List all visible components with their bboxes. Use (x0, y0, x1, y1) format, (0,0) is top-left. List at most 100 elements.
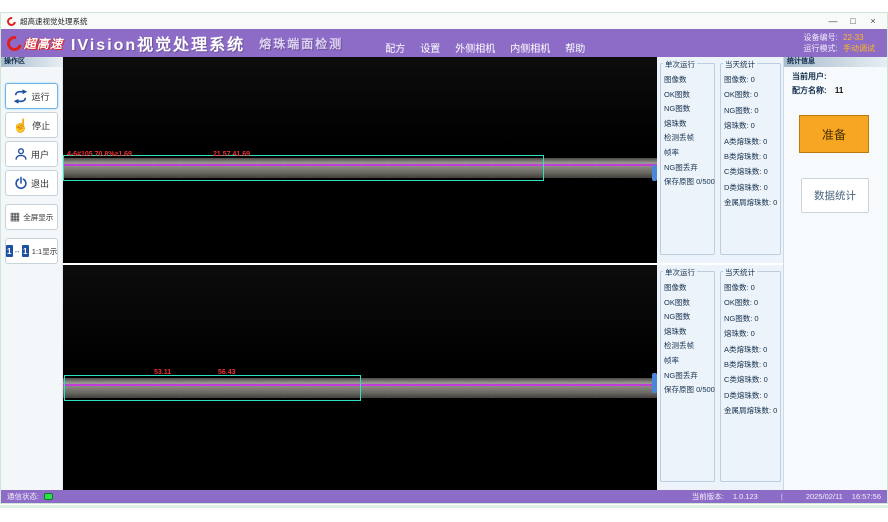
stat-item: OK图数: 0 (724, 89, 780, 104)
stat-item: 帧率 (664, 147, 714, 162)
data-statistics-button[interactable]: 数据统计 (801, 178, 869, 213)
stat-item: OK图数 (664, 89, 714, 104)
device-number-value: 22-33 (843, 33, 863, 42)
menu-item[interactable]: 内侧相机 (510, 40, 550, 55)
menu-item[interactable]: 设置 (420, 40, 440, 55)
run-button[interactable]: 运行 (5, 83, 58, 109)
prepare-button[interactable]: 准备 (799, 115, 869, 153)
version-label: 当前版本: (692, 491, 724, 502)
app-window: 超高速视觉处理系统 — □ × 超高速 IVision视觉处理系统 熔珠端面检测… (0, 12, 888, 504)
single-run-groupbox: 单次运行 图像数OK图数NG图数熔珠数检测丢帧帧率NG图丢弃保存原图 0/500 (660, 63, 715, 255)
exit-button[interactable]: 退出 (5, 170, 58, 196)
app-header: 超高速 IVision视觉处理系统 熔珠端面检测 配方设置外侧相机内侧相机帮助 … (1, 29, 887, 57)
menu-item[interactable]: 帮助 (565, 40, 585, 55)
version-value: 1.0.123 (733, 492, 758, 501)
sidebar-title: 操作区 (1, 57, 62, 67)
app-title: IVision视觉处理系统 (71, 31, 245, 55)
window-title: 超高速视觉处理系统 (20, 16, 88, 27)
comm-status-label: 通信状态: (7, 491, 39, 502)
minimize-button[interactable]: — (823, 14, 843, 28)
measurement-annotation: 53.11 (154, 369, 171, 376)
teal-roi-rectangle (63, 155, 544, 181)
stat-item: NG图数 (664, 103, 714, 118)
fullscreen-button-label: 全屏显示 (23, 212, 53, 223)
stat-item: 检测丢帧 (664, 340, 714, 355)
statistics-info-title: 统计信息 (784, 57, 887, 67)
single-run-title: 单次运行 (663, 59, 697, 70)
statistics-info-panel: 统计信息 当前用户: 配方名称: 11 准备 数据统计 (783, 57, 887, 490)
stat-item: 图像数: 0 (724, 282, 780, 297)
recipe-name-row: 配方名称: 11 (792, 85, 843, 96)
stat-item: 熔珠数: 0 (724, 328, 780, 343)
menu-item[interactable]: 外侧相机 (455, 40, 495, 55)
single-run-title: 单次运行 (663, 267, 697, 278)
measurement-annotation: 56.43 (218, 369, 236, 376)
stats-section-outer: 单次运行 图像数OK图数NG图数熔珠数检测丢帧帧率NG图丢弃保存原图 0/500… (657, 57, 783, 263)
window-bottom-edge (0, 505, 888, 508)
run-button-label: 运行 (31, 90, 49, 103)
stats-section-inner: 单次运行 图像数OK图数NG图数熔珠数检测丢帧帧率NG图丢弃保存原图 0/500… (657, 265, 783, 490)
exit-button-label: 退出 (31, 177, 49, 190)
status-separator: | (781, 492, 783, 501)
measurement-annotation: 4-6#105 70.8%≥1.69 (67, 151, 132, 158)
power-icon (14, 176, 28, 190)
stat-item: 检测丢帧 (664, 132, 714, 147)
one-to-one-button[interactable]: 1↔1 1:1显示 (5, 238, 58, 264)
stat-item: 图像数: 0 (724, 74, 780, 89)
stat-item: B类熔珠数: 0 (724, 151, 780, 166)
camera-viewports: 4-6#105 70.8%≥1.69 21.57 41.69 53.11 56.… (63, 57, 657, 490)
user-button[interactable]: 用户 (5, 141, 58, 167)
main-area: 操作区 运行 ☝ (1, 57, 887, 490)
stat-item: NG图丢弃 (664, 162, 714, 177)
daily-stats-title: 当天统计 (723, 267, 757, 278)
device-number-label: 设备编号: (804, 33, 838, 42)
fullscreen-button[interactable]: ▦ 全屏显示 (5, 204, 58, 230)
recipe-name-value: 11 (835, 86, 843, 95)
run-cycle-icon (13, 89, 28, 104)
run-mode-value: 手动调试 (843, 44, 875, 53)
stat-item: D类熔珠数: 0 (724, 182, 780, 197)
current-user-row: 当前用户: (792, 71, 827, 82)
stop-button-label: 停止 (32, 119, 50, 132)
daily-stats-title: 当天统计 (723, 59, 757, 70)
stat-item: NG图数: 0 (724, 105, 780, 120)
stat-item: A类熔珠数: 0 (724, 136, 780, 151)
stat-item: 图像数 (664, 74, 714, 89)
stat-item: D类熔珠数: 0 (724, 390, 780, 405)
daily-stats-list: 图像数: 0OK图数: 0NG图数: 0熔珠数: 0A类熔珠数: 0B类熔珠数:… (724, 282, 780, 421)
stop-button[interactable]: ☝ 停止 (5, 112, 58, 138)
header-info: 设备编号: 22-33 运行模式: 手动调试 (804, 32, 879, 54)
brand-name: 超高速 (24, 35, 63, 52)
menu-item[interactable]: 配方 (385, 40, 405, 55)
daily-stats-groupbox: 当天统计 图像数: 0OK图数: 0NG图数: 0熔珠数: 0A类熔珠数: 0B… (720, 63, 781, 255)
comm-status-indicator (44, 493, 53, 500)
viewport-scrollbar-thumb[interactable] (652, 373, 657, 393)
stat-item: 图像数 (664, 282, 714, 297)
daily-stats-groupbox: 当天统计 图像数: 0OK图数: 0NG图数: 0熔珠数: 0A类熔珠数: 0B… (720, 271, 781, 482)
main-menu: 配方设置外侧相机内侧相机帮助 (385, 32, 585, 55)
stat-item: 帧率 (664, 355, 714, 370)
stat-item: 保存原图 0/500 (664, 384, 714, 399)
window-controls: — □ × (823, 14, 883, 28)
fullscreen-grid-icon: ▦ (10, 212, 20, 223)
stat-item: 金属屑熔珠数: 0 (724, 197, 780, 212)
viewport-scrollbar-thumb[interactable] (652, 165, 657, 181)
hand-stop-icon: ☝ (13, 119, 29, 132)
sidebar-buttons: 运行 ☝ 停止 用户 (1, 67, 62, 267)
stat-item: 保存原图 0/500 (664, 176, 714, 191)
camera-view-inner: 53.11 56.43 (63, 265, 657, 490)
stat-item: NG图数 (664, 311, 714, 326)
stat-item: C类熔珠数: 0 (724, 166, 780, 181)
close-button[interactable]: × (863, 14, 883, 28)
stat-item: NG图数: 0 (724, 313, 780, 328)
stat-item: NG图丢弃 (664, 370, 714, 385)
user-button-label: 用户 (31, 148, 49, 161)
stat-item: B类熔珠数: 0 (724, 359, 780, 374)
status-time: 16:57:56 (852, 492, 881, 501)
stat-item: A类熔珠数: 0 (724, 344, 780, 359)
one-to-one-icon: 1↔1 (6, 245, 29, 257)
teal-roi-rectangle (64, 375, 361, 401)
user-icon (14, 147, 28, 161)
maximize-button[interactable]: □ (843, 14, 863, 28)
camera-view-outer: 4-6#105 70.8%≥1.69 21.57 41.69 (63, 57, 657, 263)
